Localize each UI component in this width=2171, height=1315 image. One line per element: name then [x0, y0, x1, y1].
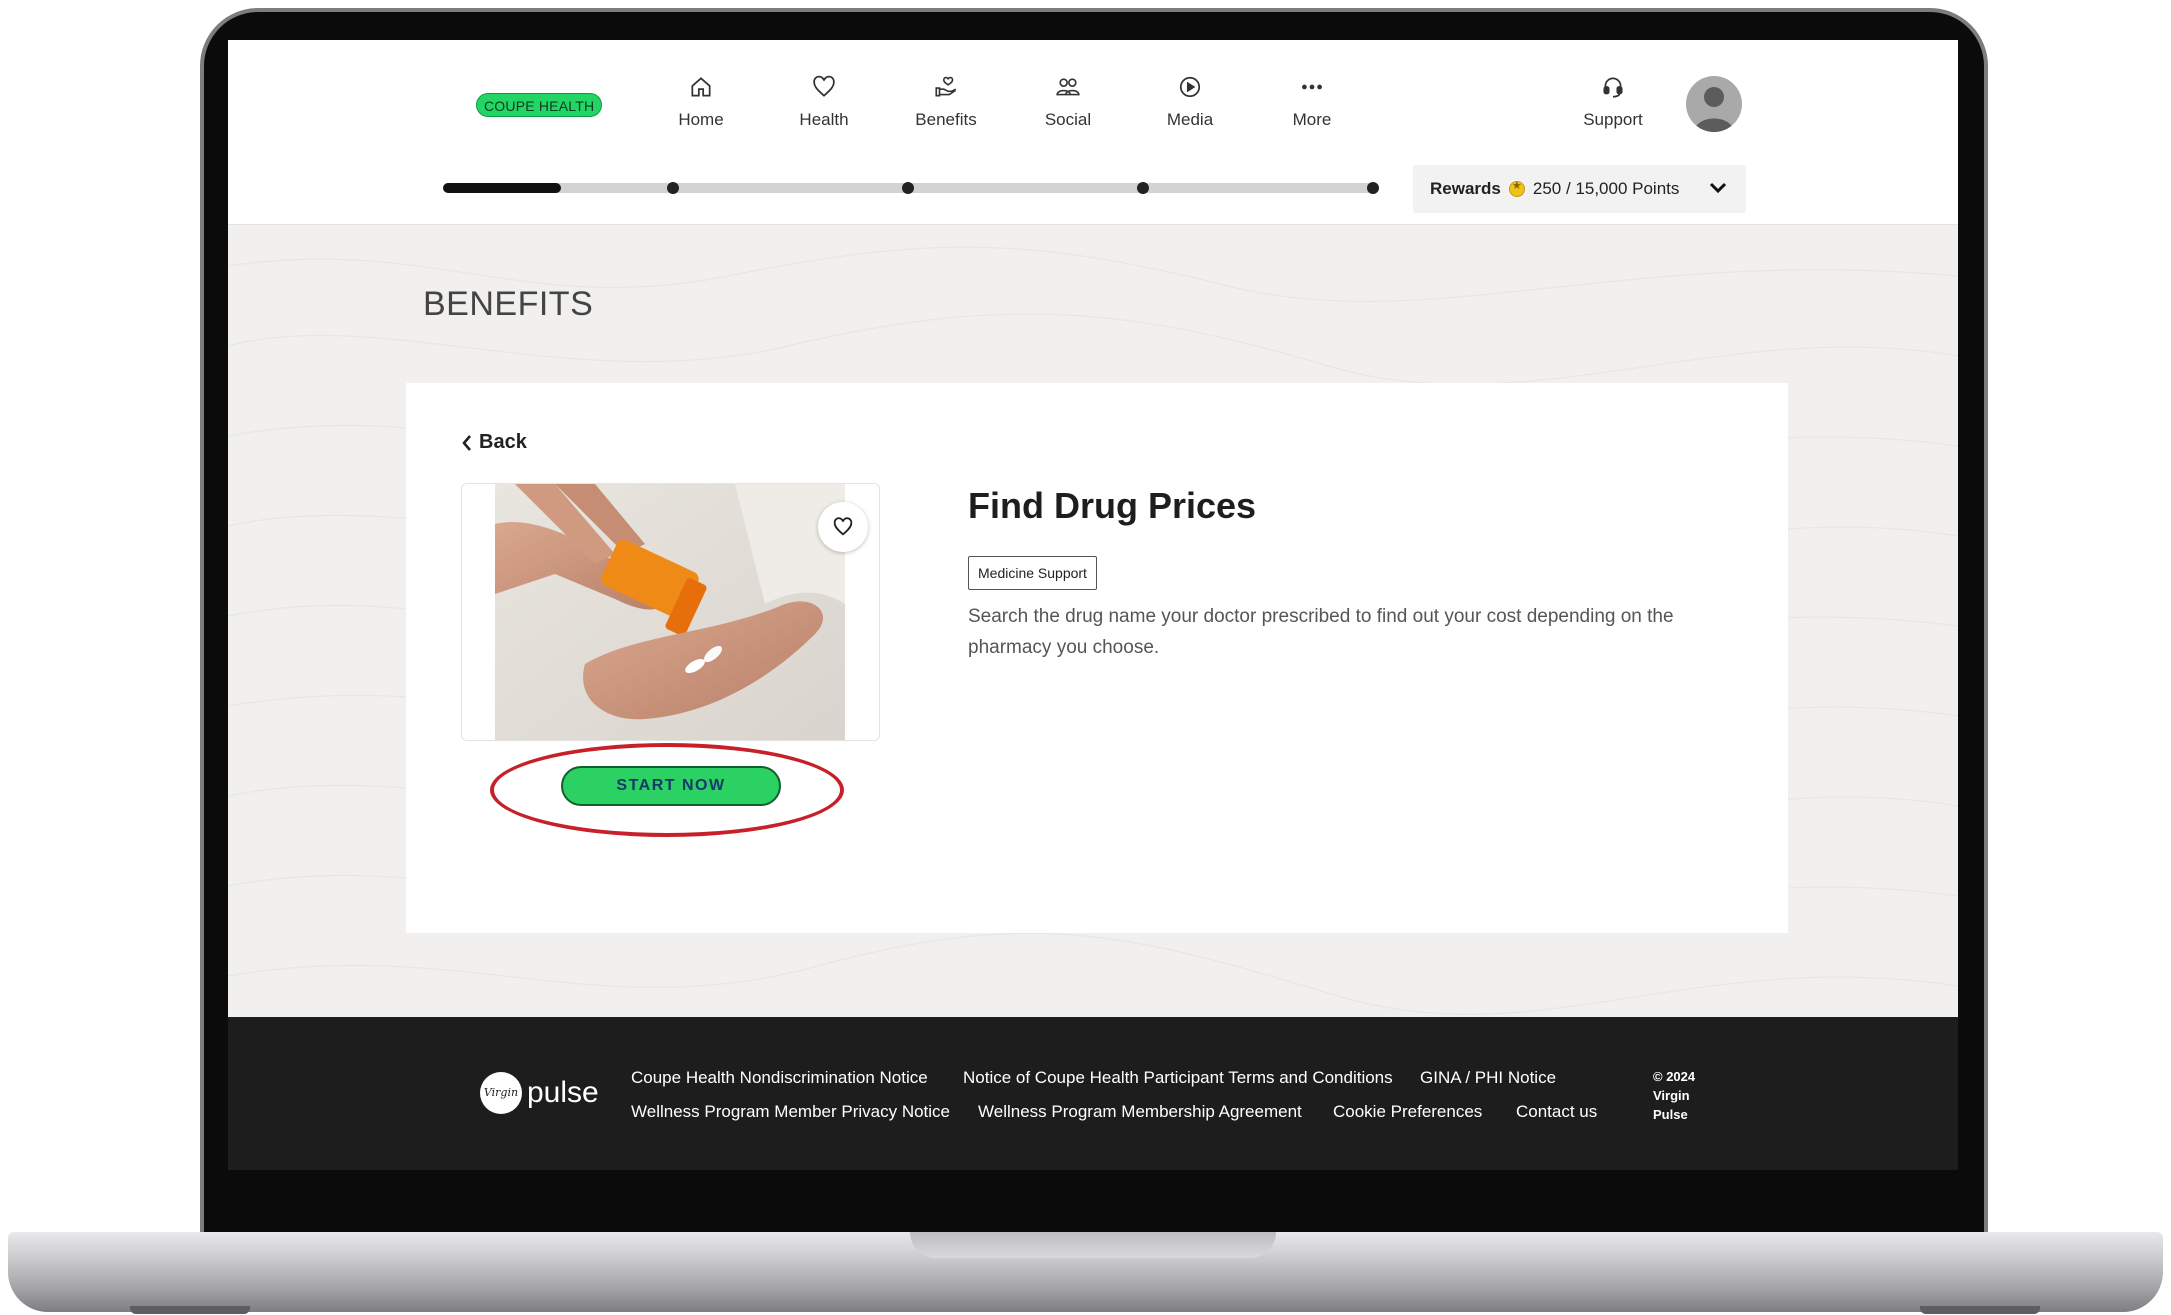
user-silhouette-icon: [1694, 87, 1734, 132]
hand-heart-icon: [935, 76, 957, 97]
copyright: © 2024 Virgin Pulse: [1653, 1069, 1696, 1122]
benefit-title: Find Drug Prices: [968, 485, 1257, 526]
nav-label: Social: [1044, 110, 1092, 129]
support-label: Support: [1583, 110, 1643, 129]
support-button[interactable]: Support: [1568, 74, 1658, 140]
rewards-dropdown[interactable]: Rewards 250 / 15,000 Points: [1413, 165, 1746, 213]
nav-label: Media: [1166, 110, 1214, 129]
benefit-image-card: [461, 483, 880, 741]
favorite-button[interactable]: [818, 502, 868, 552]
back-label: Back: [479, 431, 527, 453]
home-icon: [691, 77, 711, 97]
progress-milestone: [902, 182, 914, 194]
start-now-button[interactable]: START NOW: [561, 766, 781, 806]
coin-icon: [1508, 179, 1525, 197]
footer-link-membership[interactable]: Wellness Program Membership Agreement: [978, 1102, 1302, 1122]
footer-link-terms[interactable]: Notice of Coupe Health Participant Terms…: [963, 1068, 1393, 1088]
nav-label: Health: [799, 110, 849, 129]
heart-icon: [813, 75, 835, 97]
chevron-down-icon: [1709, 182, 1727, 194]
users-icon: [1056, 78, 1080, 96]
nav-more[interactable]: More: [1267, 74, 1357, 140]
nav-health[interactable]: Health: [779, 74, 869, 140]
chevron-left-icon: [462, 434, 471, 451]
rewards-progress-bar: [443, 182, 1379, 194]
more-dots-icon: [1302, 84, 1322, 90]
heart-icon: [833, 517, 853, 536]
nav-benefits[interactable]: Benefits: [901, 74, 991, 140]
headset-icon: [1603, 77, 1623, 98]
rewards-points: 250 / 15,000 Points: [1532, 179, 1680, 198]
virgin-logo-mark: Virgin: [480, 1072, 522, 1114]
avatar[interactable]: [1686, 76, 1742, 132]
pulse-logo-text: pulse: [527, 1076, 599, 1109]
progress-milestone: [667, 182, 679, 194]
pill-bottle-photo: [495, 484, 845, 740]
app-screen: COUPE HEALTH Home Health Benefits Social…: [228, 40, 1958, 1170]
brand-logo[interactable]: COUPE HEALTH: [476, 93, 603, 117]
nav-label: Benefits: [915, 110, 977, 129]
play-circle-icon: [1179, 76, 1201, 98]
rewards-label: Rewards: [1430, 179, 1501, 198]
footer-logo[interactable]: Virgin pulse: [480, 1072, 599, 1114]
footer-link-privacy[interactable]: Wellness Program Member Privacy Notice: [631, 1102, 950, 1122]
nav-label: More: [1292, 110, 1332, 129]
footer: Virgin pulse Coupe Health Nondiscriminat…: [228, 1017, 1958, 1170]
nav-social[interactable]: Social: [1023, 74, 1113, 140]
footer-link-contact[interactable]: Contact us: [1516, 1102, 1597, 1122]
page-title: BENEFITS: [423, 285, 594, 323]
benefit-card: Back START NOW Find Drug Prices Medicine…: [406, 383, 1788, 933]
nav-label: Home: [678, 110, 724, 129]
category-tag: Medicine Support: [968, 556, 1097, 590]
screen-bezel-bottom: [228, 1170, 1958, 1232]
nav-media[interactable]: Media: [1145, 74, 1235, 140]
footer-link-gina[interactable]: GINA / PHI Notice: [1420, 1068, 1556, 1088]
benefit-description: Search the drug name your doctor prescri…: [968, 606, 1674, 658]
back-link[interactable]: Back: [461, 431, 527, 454]
footer-link-nondiscrimination[interactable]: Coupe Health Nondiscrimination Notice: [631, 1068, 928, 1088]
rewards-progress-fill: [443, 183, 561, 193]
nav-home[interactable]: Home: [656, 74, 746, 140]
laptop-notch: [910, 1232, 1276, 1258]
progress-milestone: [1367, 182, 1379, 194]
app-header: COUPE HEALTH Home Health Benefits Social…: [228, 40, 1958, 225]
laptop-foot: [1920, 1306, 2040, 1314]
laptop-foot: [130, 1306, 250, 1314]
footer-link-cookies[interactable]: Cookie Preferences: [1333, 1102, 1482, 1122]
progress-milestone: [1137, 182, 1149, 194]
